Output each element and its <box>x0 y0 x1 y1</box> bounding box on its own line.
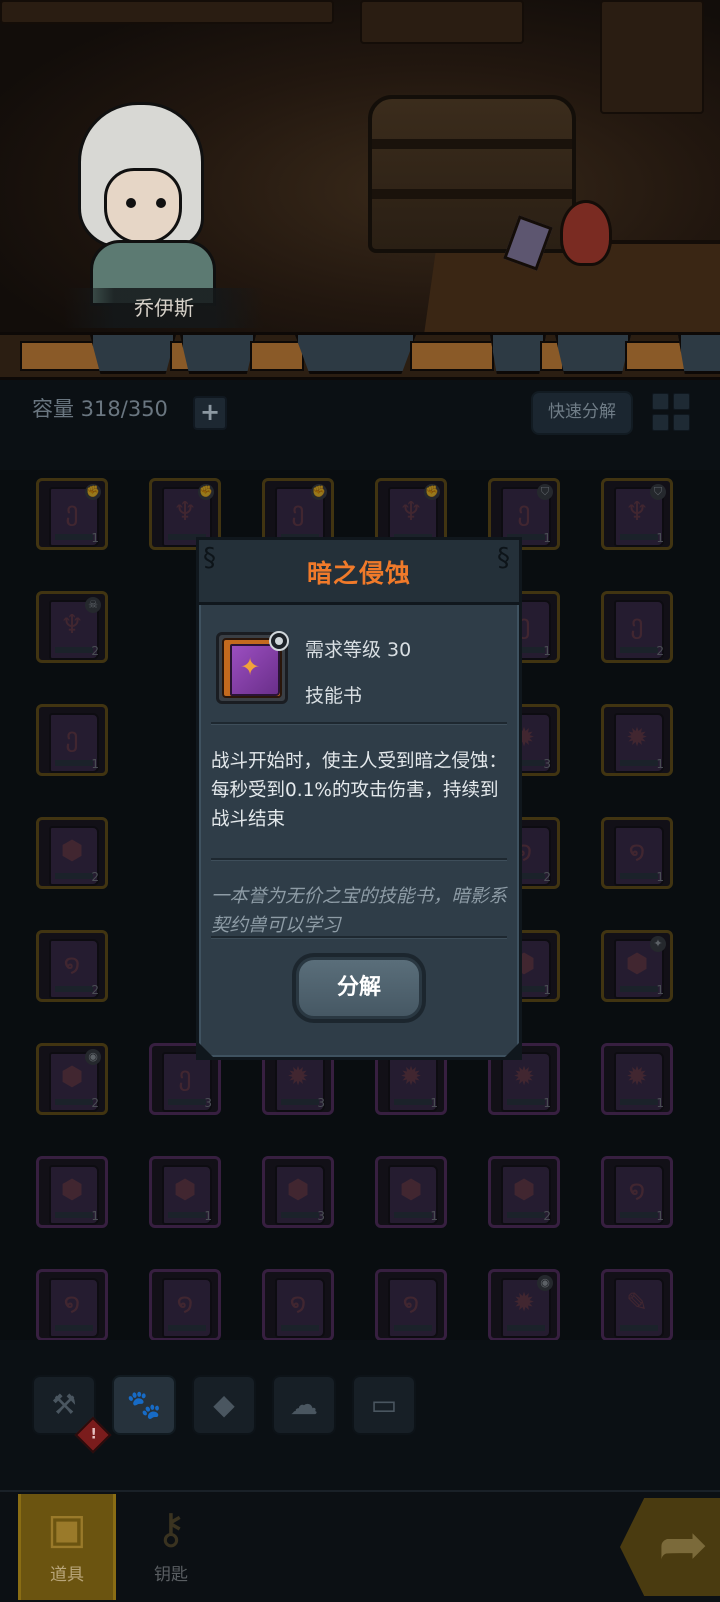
bottom-nav: ▣ 道具 ⚷ 钥匙 <box>0 1490 720 1602</box>
nav-tab-keys-label: 钥匙 <box>154 1565 188 1585</box>
scene-divider-banner <box>0 332 720 380</box>
nav-tab-items-label: 道具 <box>50 1565 84 1585</box>
hero-scene: 乔伊斯 <box>0 0 720 345</box>
item-type: 技能书 <box>305 685 363 707</box>
shelf <box>0 0 334 24</box>
nav-tab-keys[interactable]: ⚷ 钥匙 <box>122 1494 220 1600</box>
decompose-button[interactable]: 分解 <box>292 953 426 1023</box>
modal-header: § 暗之侵蚀 § <box>199 540 519 605</box>
inventory-capacity: 容量 318/350 <box>32 397 168 421</box>
corner-ornament <box>505 1043 519 1057</box>
divider <box>211 936 507 939</box>
category-gems-icon[interactable]: ◆ <box>192 1375 256 1435</box>
key-icon: ⚷ <box>155 1504 187 1553</box>
expand-capacity-button[interactable]: + <box>193 396 227 430</box>
eye-icon <box>269 631 289 651</box>
item-detail-modal: § 暗之侵蚀 § ✦ 需求等级 30 技能书 战斗开始时，使主人受到暗之侵蚀：每… <box>196 537 522 1060</box>
potion-decoration <box>560 200 612 266</box>
flavor-text: 一本誉为无价之宝的技能书，暗影系契约兽可以学习 <box>211 886 508 936</box>
decompose-button-label: 分解 <box>296 957 422 1019</box>
required-level: 需求等级 30 <box>305 639 412 661</box>
divider <box>211 858 507 861</box>
corner-ornament <box>199 1043 213 1057</box>
hero-portrait[interactable] <box>60 90 230 306</box>
chest-icon: ▣ <box>47 1504 87 1553</box>
share-arrow-icon: ➦ <box>658 1510 709 1580</box>
hero-name: 乔伊斯 <box>64 288 264 328</box>
quick-decompose-button[interactable]: 快速分解 <box>531 391 633 435</box>
item-description: 战斗开始时，使主人受到暗之侵蚀：每秒受到0.1%的攻击伤害，持续到战斗结束 <box>211 751 508 830</box>
nav-tab-items[interactable]: ▣ 道具 <box>18 1494 116 1600</box>
divider <box>211 722 507 725</box>
shelf <box>360 0 524 44</box>
shelf <box>600 0 704 114</box>
skill-book-icon: ✦ <box>216 631 289 704</box>
flame-icon: ✦ <box>239 653 261 681</box>
ornament-right: § <box>497 543 510 573</box>
category-chests-icon[interactable]: ▭ <box>352 1375 416 1435</box>
category-pets-icon[interactable]: 🐾 <box>112 1375 176 1435</box>
grid-view-icon[interactable] <box>652 393 690 431</box>
category-materials-icon[interactable]: ☁ <box>272 1375 336 1435</box>
item-title: 暗之侵蚀 <box>306 559 411 588</box>
